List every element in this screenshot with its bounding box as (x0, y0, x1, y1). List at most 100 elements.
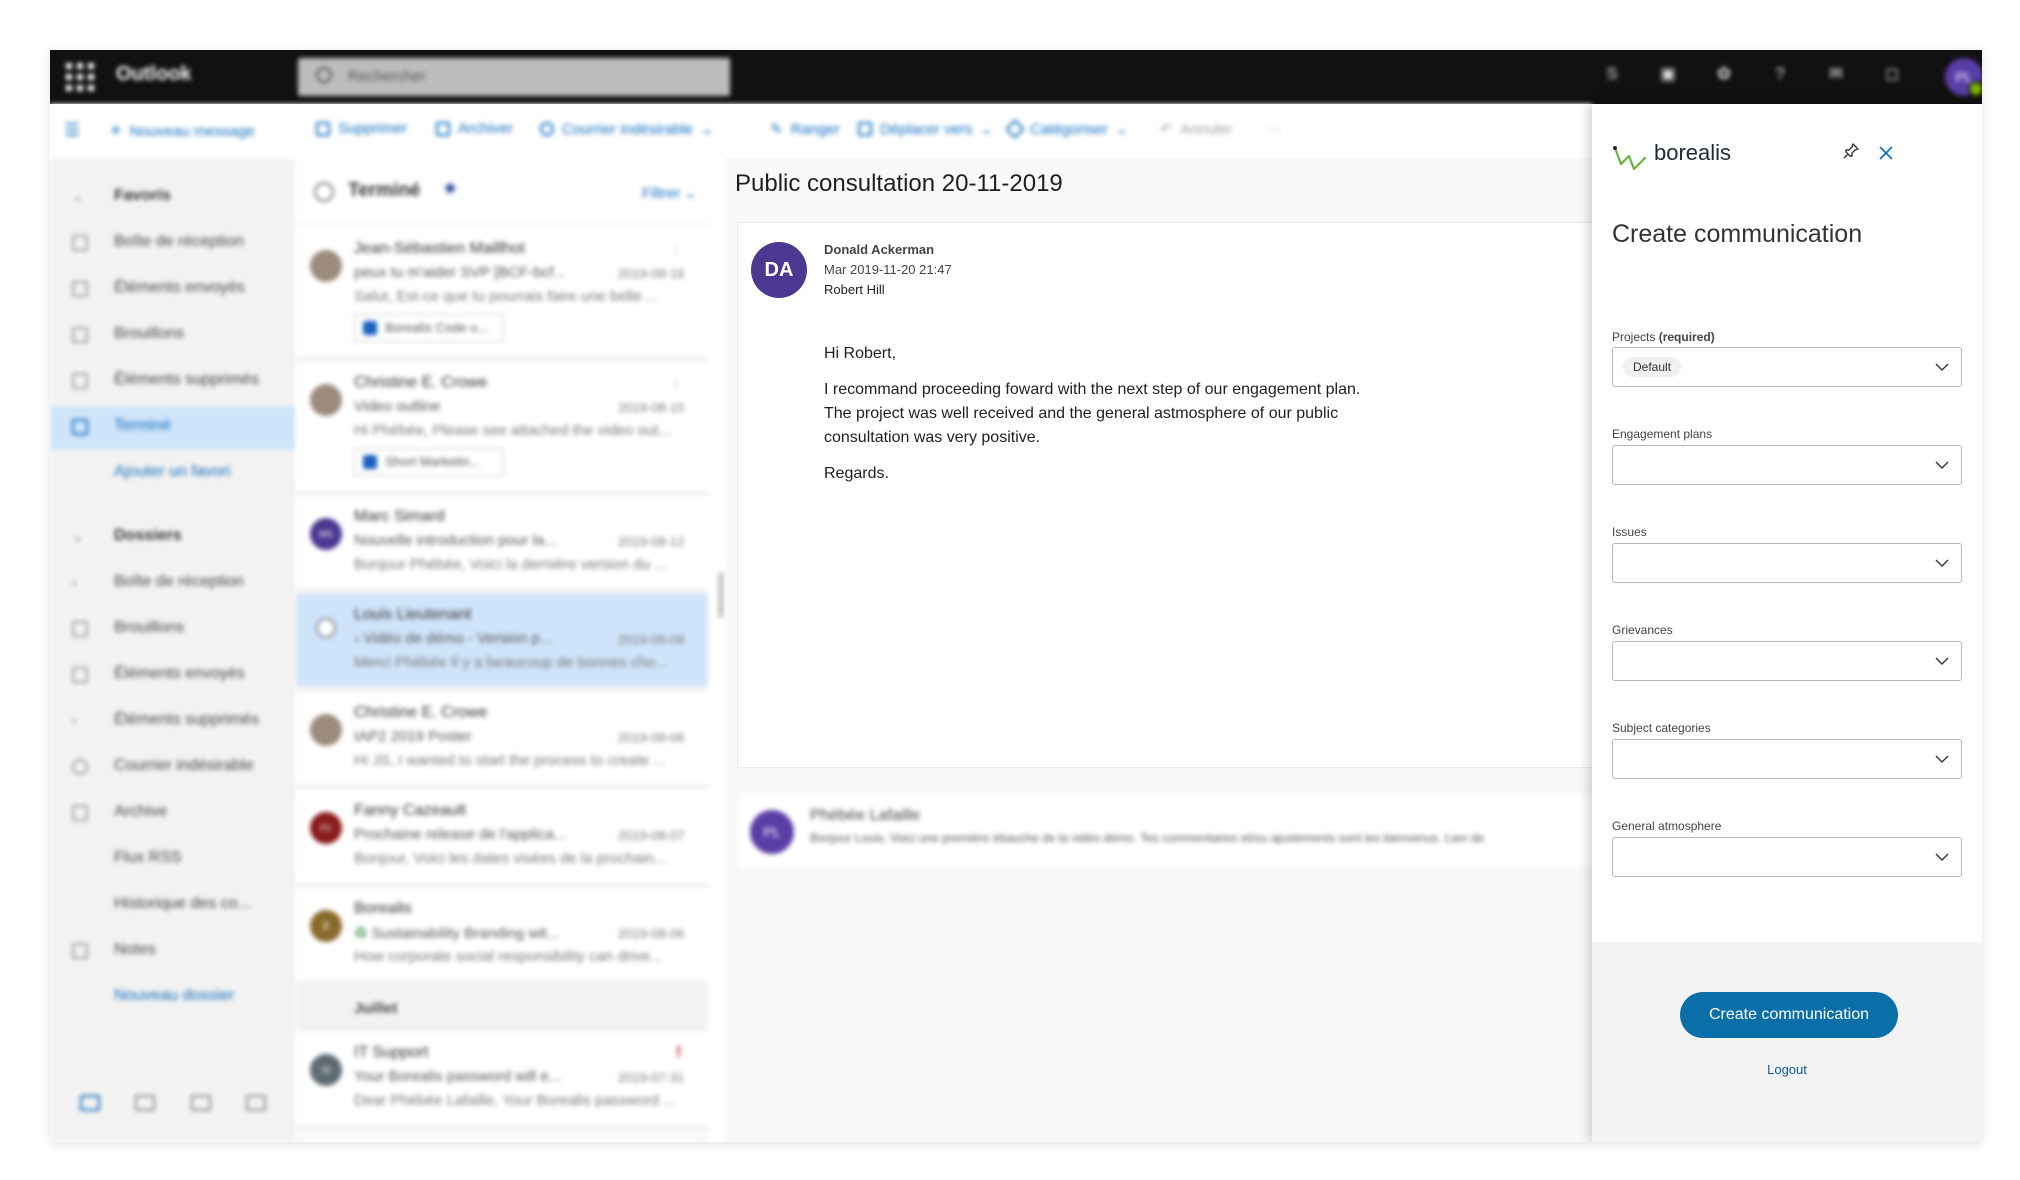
archive-button[interactable]: Archiver (436, 120, 513, 137)
engagement-plans-select[interactable] (1612, 445, 1962, 485)
nav-favorite-deleted[interactable]: Éléments supprimés (50, 360, 296, 404)
message-date: 2019-08-06 (618, 926, 685, 941)
sender-avatar[interactable]: DA (751, 242, 807, 298)
close-button[interactable] (1874, 142, 1898, 166)
message-from: Marc Simard (354, 508, 445, 525)
folder-move-icon (858, 122, 872, 136)
borealis-logo-icon (1613, 146, 1647, 171)
nav-folder-rss[interactable]: Flux RSS (50, 838, 296, 882)
attachment-chip[interactable]: Borealis Code o... (354, 314, 504, 342)
recycle-icon: ♻ (354, 925, 368, 942)
add-favorite-label: Ajouter un favori (114, 463, 231, 480)
grievances-select[interactable] (1612, 641, 1962, 681)
filter-button[interactable]: Filtrer ⌄ (642, 184, 697, 202)
junk-button[interactable]: Courrier indésirable ⌄ (540, 120, 713, 138)
move-to-button[interactable]: Déplacer vers ⌄ (858, 120, 993, 138)
more-button[interactable]: ··· (1266, 120, 1281, 137)
hamburger-button[interactable]: ☰ (64, 120, 80, 141)
list-item-selected[interactable]: Louis Lieutenant › Vidéo de démo - Versi… (296, 594, 708, 692)
calendar-icon[interactable] (135, 1095, 156, 1111)
chevron-down-icon: ⌄ (700, 121, 714, 138)
select-all-checkbox[interactable] (314, 182, 334, 202)
undo-button[interactable]: ↶ Annuler (1160, 120, 1233, 139)
app-launcher-icon[interactable] (66, 63, 94, 91)
folders-header[interactable]: ⌄ Dossiers (50, 516, 296, 560)
nav-folder-archive[interactable]: Archive (50, 792, 296, 836)
email-body-line: consultation was very positive. (824, 429, 1041, 446)
subject-categories-select[interactable] (1612, 739, 1962, 779)
select-checkbox[interactable] (316, 618, 336, 638)
top-bar: Outlook Rechercher S ▣ ✿ ? ✉ ◻ PL (50, 50, 1982, 104)
inbox-icon (72, 235, 88, 251)
attachment-chip[interactable]: Short Marketin... (354, 448, 504, 476)
projects-select[interactable]: Default (1612, 347, 1962, 387)
list-item[interactable]: Jean-Sébastien Maillhot peux tu m'aider … (296, 228, 708, 362)
user-avatar[interactable]: PL (1945, 58, 1982, 97)
settings-icon[interactable]: ✿ (1714, 64, 1734, 84)
nav-favorite-drafts[interactable]: Brouillons (50, 314, 296, 358)
skype-icon[interactable]: S (1602, 64, 1622, 84)
nav-folder-drafts[interactable]: Brouillons (50, 608, 296, 652)
nav-favorite-inbox[interactable]: Boîte de réception (50, 222, 296, 266)
message-list-scrollbar[interactable] (718, 572, 724, 618)
more-label: ··· (1266, 120, 1281, 137)
list-item[interactable]: Christine E. Crowe Video outline 2019-08… (296, 362, 708, 496)
new-message-button[interactable]: + Nouveau message (110, 120, 255, 143)
month-label: Juillet (354, 1000, 398, 1017)
message-from: Borealis (354, 900, 412, 917)
sweep-button[interactable]: ✎ Ranger (770, 120, 840, 139)
list-item[interactable]: MS Marc Simard Nouvelle introduction pou… (296, 496, 708, 594)
message-date: 2019-08-12 (618, 534, 685, 549)
categorize-button[interactable]: Catégoriser ⌄ (1005, 119, 1128, 139)
star-icon[interactable]: ★ (442, 178, 458, 199)
search-placeholder: Rechercher (348, 68, 426, 85)
reply-card[interactable]: PL Phébée Lafaille Bonjour Louis, Voici … (737, 792, 1642, 870)
search-box[interactable]: Rechercher (298, 58, 730, 96)
people-icon[interactable] (190, 1095, 211, 1111)
recipient[interactable]: Robert Hill (824, 282, 885, 297)
pin-button[interactable] (1839, 142, 1863, 166)
list-item[interactable]: Christine E. Crowe IAP2 2019 Poster 2019… (296, 692, 708, 790)
sender-name[interactable]: Donald Ackerman (824, 242, 934, 257)
general-atmosphere-select[interactable] (1612, 837, 1962, 877)
outlook-window: Outlook Rechercher S ▣ ✿ ? ✉ ◻ PL ☰ + Nou… (50, 50, 1982, 1142)
delete-button[interactable]: Supprimer (316, 120, 407, 137)
favorites-header[interactable]: ⌄ Favoris (50, 176, 296, 220)
nav-favorite-done[interactable]: Terminé (50, 406, 296, 450)
calendar-sync-icon[interactable]: ▣ (1658, 64, 1678, 84)
nav-item-label: Brouillons (114, 619, 185, 636)
new-folder-link[interactable]: Nouveau dossier (50, 976, 296, 1020)
trash-icon (316, 121, 330, 136)
nav-folder-junk[interactable]: Courrier indésirable (50, 746, 296, 790)
archive-icon (72, 805, 88, 821)
create-communication-button[interactable]: Create communication (1680, 992, 1898, 1038)
nav-folder-inbox[interactable]: › Boîte de réception (50, 562, 296, 606)
message-subject: IAP2 2019 Poster (354, 728, 472, 745)
mail-icon[interactable] (79, 1095, 100, 1111)
undo-label: Annuler (1180, 120, 1233, 138)
issues-select[interactable] (1612, 543, 1962, 583)
logout-link[interactable]: Logout (1592, 1062, 1982, 1077)
nav-folder-deleted[interactable]: › Éléments supprimés (50, 700, 296, 744)
chevron-right-icon: › (354, 630, 359, 647)
list-item[interactable]: IS IT Support Your Borealis password wil… (296, 1032, 708, 1130)
nav-folder-notes[interactable]: Notes (50, 930, 296, 974)
notifications-icon[interactable]: ◻ (1882, 64, 1902, 84)
folder-pane: ⌄ Favoris Boîte de réception Éléments env… (50, 158, 296, 1142)
general-atmosphere-label: General atmosphere (1612, 819, 1722, 833)
selected-project-chip[interactable]: Default (1623, 357, 1682, 377)
send-icon (72, 667, 88, 683)
feedback-icon[interactable]: ✉ (1826, 64, 1846, 84)
close-icon (1879, 146, 1893, 160)
message-from: Jean-Sébastien Maillhot (354, 240, 525, 257)
list-item[interactable]: FC Fanny Cazeault Prochaine release de l… (296, 790, 708, 888)
list-item[interactable]: B Borealis ♻ Sustainability Branding wit… (296, 888, 708, 986)
nav-favorite-sent[interactable]: Éléments envoyés (50, 268, 296, 312)
chevron-right-icon: › (72, 574, 77, 590)
tasks-icon[interactable] (246, 1095, 267, 1111)
add-favorite-link[interactable]: Ajouter un favori (50, 452, 296, 496)
nav-folder-history[interactable]: Historique des co... (50, 884, 296, 928)
paperclip-icon: ⫶ (674, 376, 678, 392)
nav-folder-sent[interactable]: Éléments envoyés (50, 654, 296, 698)
help-icon[interactable]: ? (1770, 64, 1790, 84)
